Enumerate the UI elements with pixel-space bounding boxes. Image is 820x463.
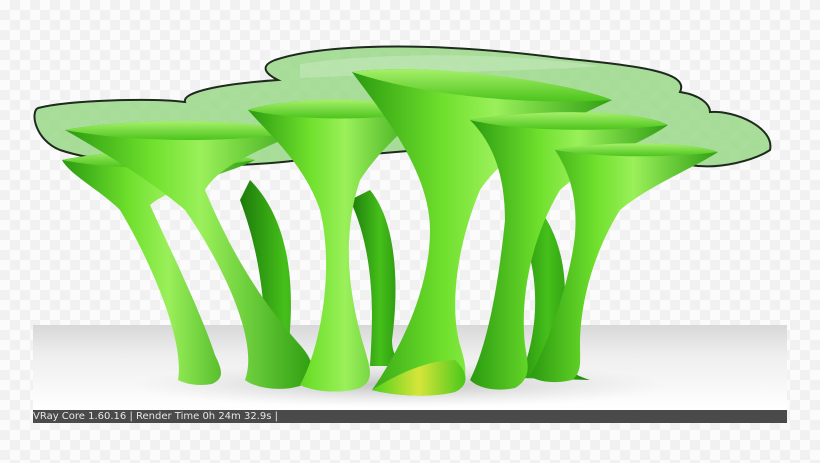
render-viewport <box>33 45 772 407</box>
render-status-bar: VRay Core 1.60.16 | Render Time 0h 24m 3… <box>33 410 787 423</box>
status-text: VRay Core 1.60.16 | Render Time 0h 24m 3… <box>33 411 278 422</box>
